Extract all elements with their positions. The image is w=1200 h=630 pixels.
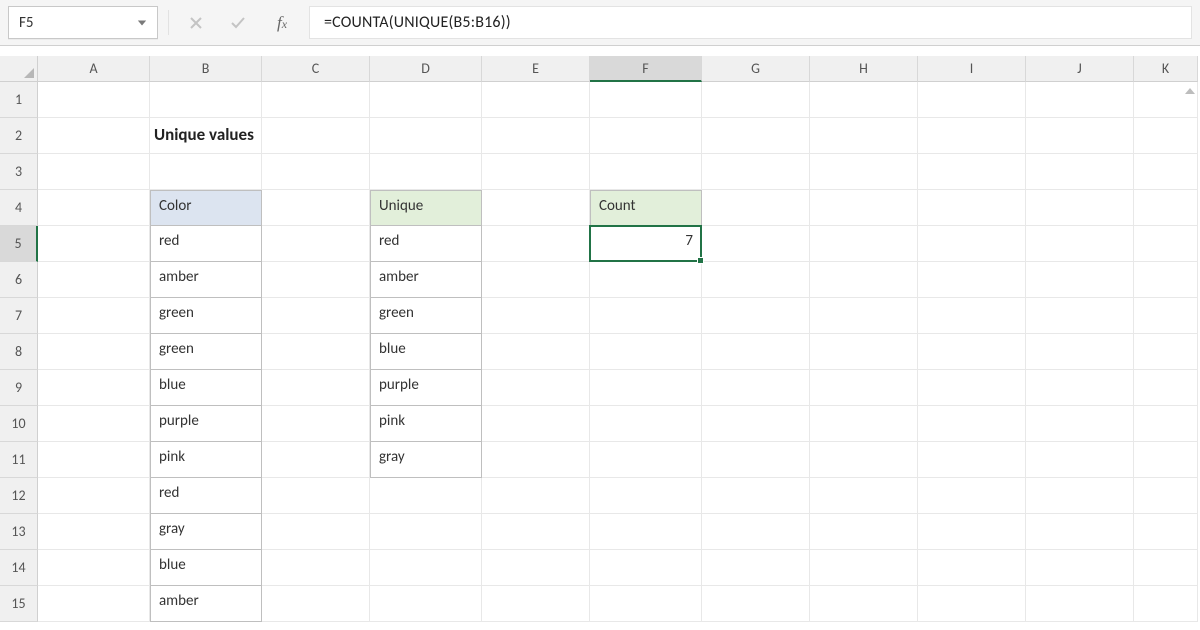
column-header-E[interactable]: E — [482, 56, 590, 82]
chevron-up-icon[interactable] — [1184, 84, 1196, 102]
select-all-corner[interactable] — [0, 56, 38, 82]
unique-header[interactable]: Unique — [370, 190, 482, 226]
unique-cell[interactable]: red — [370, 226, 482, 262]
page-title: Unique values — [154, 124, 254, 145]
color-cell[interactable]: gray — [150, 514, 262, 550]
color-header[interactable]: Color — [150, 190, 262, 226]
color-cell[interactable]: blue — [150, 550, 262, 586]
row-header-7[interactable]: 7 — [0, 298, 38, 334]
column-header-I[interactable]: I — [918, 56, 1026, 82]
column-header-F[interactable]: F — [590, 56, 702, 82]
row-header-5[interactable]: 5 — [0, 226, 38, 262]
color-cell[interactable]: blue — [150, 370, 262, 406]
count-table: Count7 — [590, 190, 702, 262]
fx-icon: fx — [277, 13, 287, 33]
row-header-2[interactable]: 2 — [0, 118, 38, 154]
row-header-12[interactable]: 12 — [0, 478, 38, 514]
column-header-G[interactable]: G — [702, 56, 810, 82]
unique-cell[interactable]: purple — [370, 370, 482, 406]
unique-cell[interactable]: green — [370, 298, 482, 334]
formula-bar: F5 fx =COUNTA(UNIQUE(B5:B16)) — [0, 0, 1200, 46]
unique-cell[interactable]: pink — [370, 406, 482, 442]
insert-function-button[interactable]: fx — [263, 6, 301, 39]
name-box-value: F5 — [19, 14, 34, 32]
column-header-B[interactable]: B — [150, 56, 262, 82]
count-header[interactable]: Count — [590, 190, 702, 226]
color-cell[interactable]: red — [150, 478, 262, 514]
row-header-11[interactable]: 11 — [0, 442, 38, 478]
check-icon — [221, 6, 255, 39]
row-header-15[interactable]: 15 — [0, 586, 38, 622]
color-cell[interactable]: red — [150, 226, 262, 262]
color-table: Colorredambergreengreenbluepurplepinkred… — [150, 190, 262, 622]
divider — [168, 10, 169, 35]
row-header-1[interactable]: 1 — [0, 82, 38, 118]
color-cell[interactable]: amber — [150, 586, 262, 622]
unique-table: Uniqueredambergreenbluepurplepinkgray — [370, 190, 482, 478]
row-header-3[interactable]: 3 — [0, 154, 38, 190]
column-header-A[interactable]: A — [38, 56, 150, 82]
color-cell[interactable]: pink — [150, 442, 262, 478]
row-header-4[interactable]: 4 — [0, 190, 38, 226]
row-header-13[interactable]: 13 — [0, 514, 38, 550]
unique-cell[interactable]: gray — [370, 442, 482, 478]
color-cell[interactable]: green — [150, 334, 262, 370]
row-header-14[interactable]: 14 — [0, 550, 38, 586]
row-header-9[interactable]: 9 — [0, 370, 38, 406]
cancel-icon — [179, 6, 213, 39]
count-value-cell[interactable]: 7 — [590, 226, 702, 262]
color-cell[interactable]: purple — [150, 406, 262, 442]
row-header-6[interactable]: 6 — [0, 262, 38, 298]
formula-input[interactable]: =COUNTA(UNIQUE(B5:B16)) — [309, 6, 1192, 39]
row-header-10[interactable]: 10 — [0, 406, 38, 442]
column-header-C[interactable]: C — [262, 56, 370, 82]
column-header-H[interactable]: H — [810, 56, 918, 82]
column-header-J[interactable]: J — [1026, 56, 1134, 82]
column-header-D[interactable]: D — [370, 56, 482, 82]
color-cell[interactable]: green — [150, 298, 262, 334]
unique-cell[interactable]: amber — [370, 262, 482, 298]
spreadsheet-grid[interactable]: ABCDEFGHIJK 123456789101112131415 Unique… — [0, 56, 1200, 630]
chevron-down-icon[interactable] — [137, 18, 147, 28]
formula-text: =COUNTA(UNIQUE(B5:B16)) — [324, 13, 511, 32]
row-header-8[interactable]: 8 — [0, 334, 38, 370]
unique-cell[interactable]: blue — [370, 334, 482, 370]
column-header-K[interactable]: K — [1134, 56, 1198, 82]
name-box[interactable]: F5 — [8, 6, 158, 39]
color-cell[interactable]: amber — [150, 262, 262, 298]
